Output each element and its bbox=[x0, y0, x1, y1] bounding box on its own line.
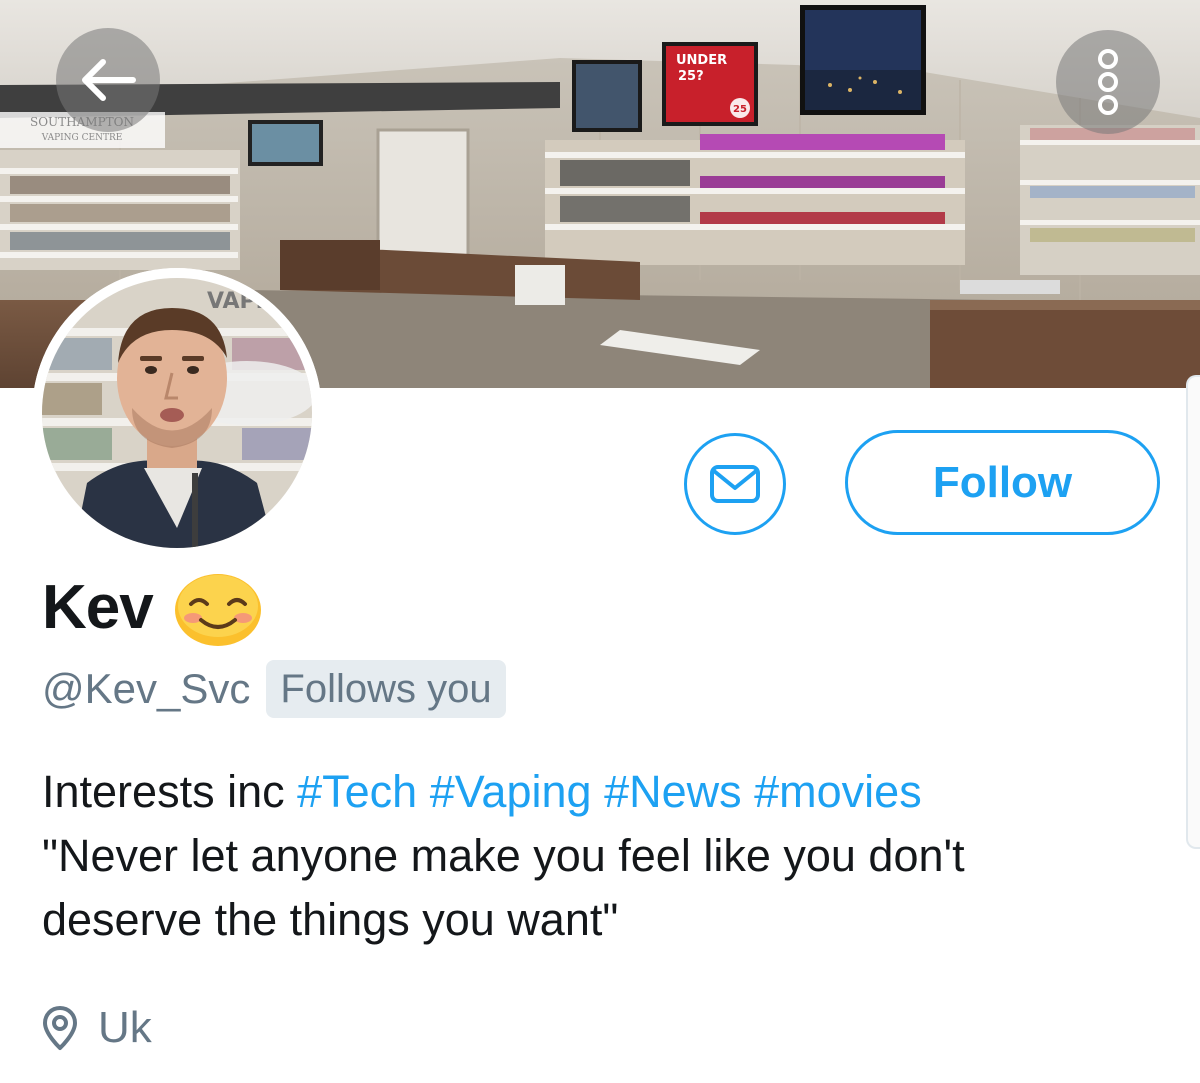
back-button[interactable] bbox=[56, 28, 160, 132]
hashtag-link[interactable]: #Vaping bbox=[430, 766, 592, 817]
svg-text:25: 25 bbox=[733, 104, 747, 115]
envelope-icon bbox=[710, 465, 760, 503]
smiling-face-emoji bbox=[174, 574, 261, 646]
location-row: Uk bbox=[42, 998, 152, 1058]
follows-you-badge: Follows you bbox=[266, 660, 506, 718]
location-text: Uk bbox=[98, 1003, 152, 1052]
svg-text:VAPING CENTRE: VAPING CENTRE bbox=[41, 133, 123, 143]
display-name: Kev bbox=[42, 573, 154, 642]
location-pin-icon bbox=[43, 1006, 77, 1050]
bio-interests-line: Interests inc #Tech #Vaping #News #movie… bbox=[42, 760, 1142, 824]
hashtag-link[interactable]: #movies bbox=[754, 766, 922, 817]
arrow-left-icon bbox=[82, 59, 136, 101]
hashtag-link[interactable]: #News bbox=[604, 766, 742, 817]
profile-avatar[interactable]: VAPI bbox=[32, 268, 322, 558]
banner-screen-text: UNDER bbox=[676, 53, 727, 68]
user-handle: @Kev_Svc bbox=[42, 665, 251, 712]
bio-prefix: Interests inc bbox=[42, 766, 285, 817]
hashtag-link[interactable]: #Tech bbox=[297, 766, 417, 817]
message-button[interactable] bbox=[684, 433, 786, 535]
handle-row: @Kev_Svc Follows you bbox=[42, 658, 506, 720]
name-row: Kev bbox=[42, 568, 263, 648]
avatar-photo: VAPI bbox=[32, 268, 322, 558]
more-options-button[interactable] bbox=[1056, 30, 1160, 134]
bio-quote-line-2: deserve the things you want" bbox=[42, 894, 619, 945]
follow-button[interactable]: Follow bbox=[845, 430, 1160, 535]
scroll-edge bbox=[1186, 375, 1200, 849]
bio-quote-line-1: "Never let anyone make you feel like you… bbox=[42, 830, 965, 881]
more-options-icon bbox=[1098, 49, 1118, 115]
svg-text:25?: 25? bbox=[678, 69, 704, 84]
profile-bio: Interests inc #Tech #Vaping #News #movie… bbox=[42, 760, 1142, 952]
